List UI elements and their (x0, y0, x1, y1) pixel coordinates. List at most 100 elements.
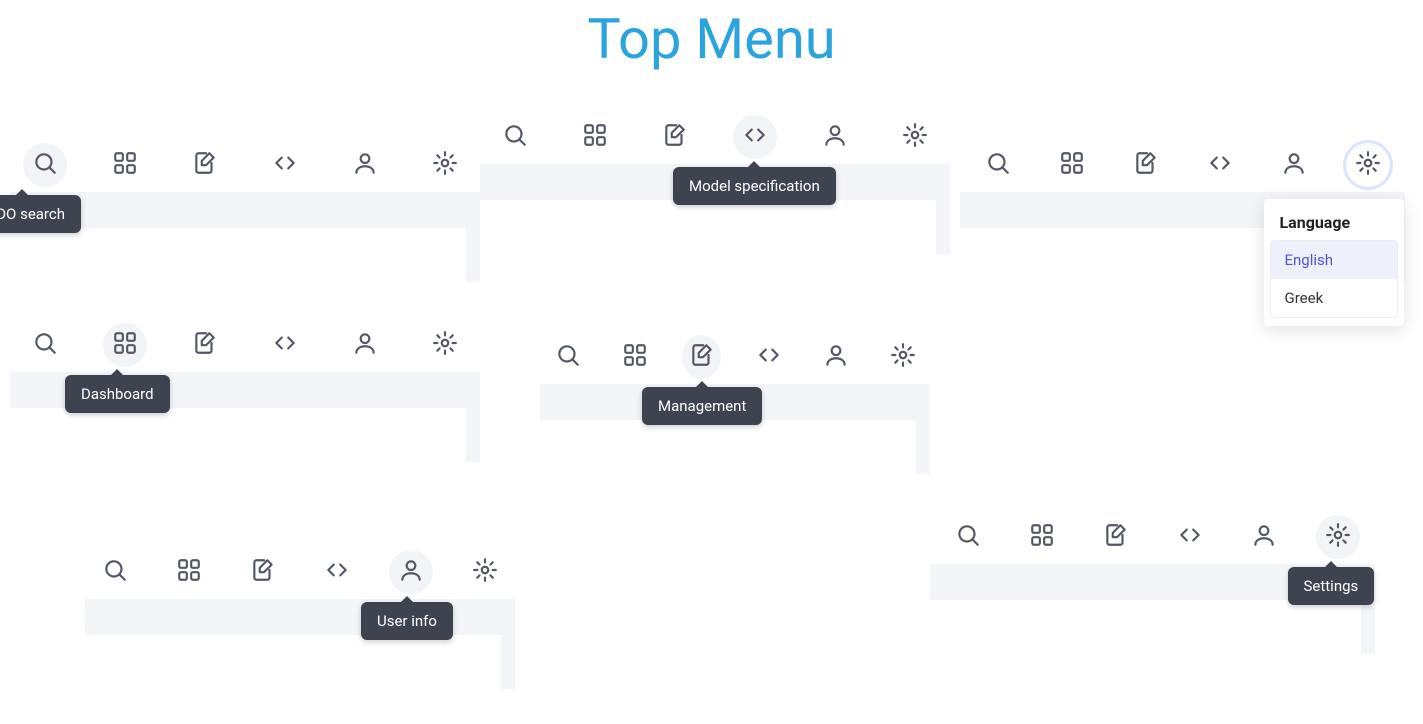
code-icon (272, 150, 298, 180)
dashboard-button[interactable] (615, 335, 654, 379)
settings-button[interactable] (463, 550, 507, 594)
settings-button[interactable]: Language English Greek (1346, 143, 1390, 187)
grid-icon (1059, 150, 1085, 180)
code-icon (1177, 522, 1203, 552)
management-button[interactable] (653, 115, 697, 159)
code-icon (324, 557, 350, 587)
model-spec-button[interactable]: Model specification (733, 115, 777, 159)
file-edit-icon (192, 330, 218, 360)
gear-icon (1355, 150, 1381, 180)
management-button[interactable] (183, 323, 227, 367)
search-icon (985, 150, 1011, 180)
user-info-button[interactable] (813, 115, 857, 159)
user-icon (352, 150, 378, 180)
language-option-english[interactable]: English (1271, 241, 1397, 279)
grid-icon (112, 150, 138, 180)
grid-icon (176, 557, 202, 587)
gear-icon (472, 557, 498, 587)
settings-button[interactable]: Settings (1316, 515, 1360, 559)
grid-icon (582, 122, 608, 152)
example-panel-model-spec: Model specification (480, 110, 950, 210)
gear-icon (890, 342, 916, 372)
search-button[interactable] (946, 515, 990, 559)
search-icon (102, 557, 128, 587)
search-icon (502, 122, 528, 152)
example-panel-settings-tooltip: Settings (930, 510, 1375, 610)
settings-button[interactable] (893, 115, 937, 159)
dashboard-button[interactable] (167, 550, 211, 594)
dashboard-button[interactable]: Dashboard (103, 323, 147, 367)
management-button[interactable] (183, 143, 227, 187)
model-spec-button[interactable] (263, 323, 307, 367)
code-icon (1207, 150, 1233, 180)
user-icon (1251, 522, 1277, 552)
user-icon (822, 122, 848, 152)
file-edit-icon (662, 122, 688, 152)
settings-button[interactable] (883, 335, 922, 379)
dropdown-header: Language (1264, 213, 1404, 240)
dashboard-button[interactable] (1050, 143, 1094, 187)
toolbar: Management (540, 330, 930, 384)
search-icon (555, 342, 581, 372)
search-button[interactable] (23, 323, 67, 367)
gear-icon (1325, 522, 1351, 552)
tooltip: Management (642, 387, 762, 425)
management-button[interactable] (1094, 515, 1138, 559)
toolbar: SFDO search (10, 138, 480, 192)
user-info-button[interactable] (1272, 143, 1316, 187)
search-button[interactable]: SFDO search (23, 143, 67, 187)
tooltip: SFDO search (0, 195, 81, 233)
code-icon (756, 342, 782, 372)
tooltip: User info (361, 602, 453, 640)
search-button[interactable] (548, 335, 587, 379)
management-button[interactable]: Management (682, 335, 721, 379)
model-spec-button[interactable] (315, 550, 359, 594)
model-spec-button[interactable] (263, 143, 307, 187)
model-spec-button[interactable] (749, 335, 788, 379)
language-option-greek[interactable]: Greek (1271, 279, 1397, 317)
example-panel-user-info: User info (85, 545, 515, 645)
toolbar: Model specification (480, 110, 950, 164)
settings-button[interactable] (423, 143, 467, 187)
search-button[interactable] (93, 550, 137, 594)
language-dropdown: Language English Greek (1264, 199, 1404, 326)
tooltip: Settings (1288, 567, 1375, 605)
search-button[interactable] (976, 143, 1020, 187)
search-icon (955, 522, 981, 552)
dashboard-button[interactable] (103, 143, 147, 187)
toolbar: Language English Greek (960, 138, 1405, 192)
page-title: Top Menu (0, 0, 1423, 72)
model-spec-button[interactable] (1198, 143, 1242, 187)
file-edit-icon (1103, 522, 1129, 552)
tooltip: Model specification (673, 167, 836, 205)
toolbar: User info (85, 545, 515, 599)
grid-icon (1029, 522, 1055, 552)
user-info-button[interactable] (816, 335, 855, 379)
grid-icon (112, 330, 138, 360)
user-info-button[interactable] (1242, 515, 1286, 559)
example-panel-dashboard: Dashboard (10, 318, 480, 418)
management-button[interactable] (1124, 143, 1168, 187)
management-button[interactable] (241, 550, 285, 594)
file-edit-icon (1133, 150, 1159, 180)
search-button[interactable] (493, 115, 537, 159)
file-edit-icon (689, 342, 715, 372)
settings-button[interactable] (423, 323, 467, 367)
gear-icon (902, 122, 928, 152)
user-info-button[interactable]: User info (389, 550, 433, 594)
grid-icon (622, 342, 648, 372)
dashboard-button[interactable] (1020, 515, 1064, 559)
search-icon (32, 330, 58, 360)
model-spec-button[interactable] (1168, 515, 1212, 559)
search-icon (32, 150, 58, 180)
user-icon (1281, 150, 1307, 180)
user-icon (352, 330, 378, 360)
user-info-button[interactable] (343, 323, 387, 367)
tooltip: Dashboard (65, 375, 170, 413)
user-icon (398, 557, 424, 587)
code-icon (742, 122, 768, 152)
user-info-button[interactable] (343, 143, 387, 187)
toolbar: Settings (930, 510, 1375, 564)
user-icon (823, 342, 849, 372)
dashboard-button[interactable] (573, 115, 617, 159)
